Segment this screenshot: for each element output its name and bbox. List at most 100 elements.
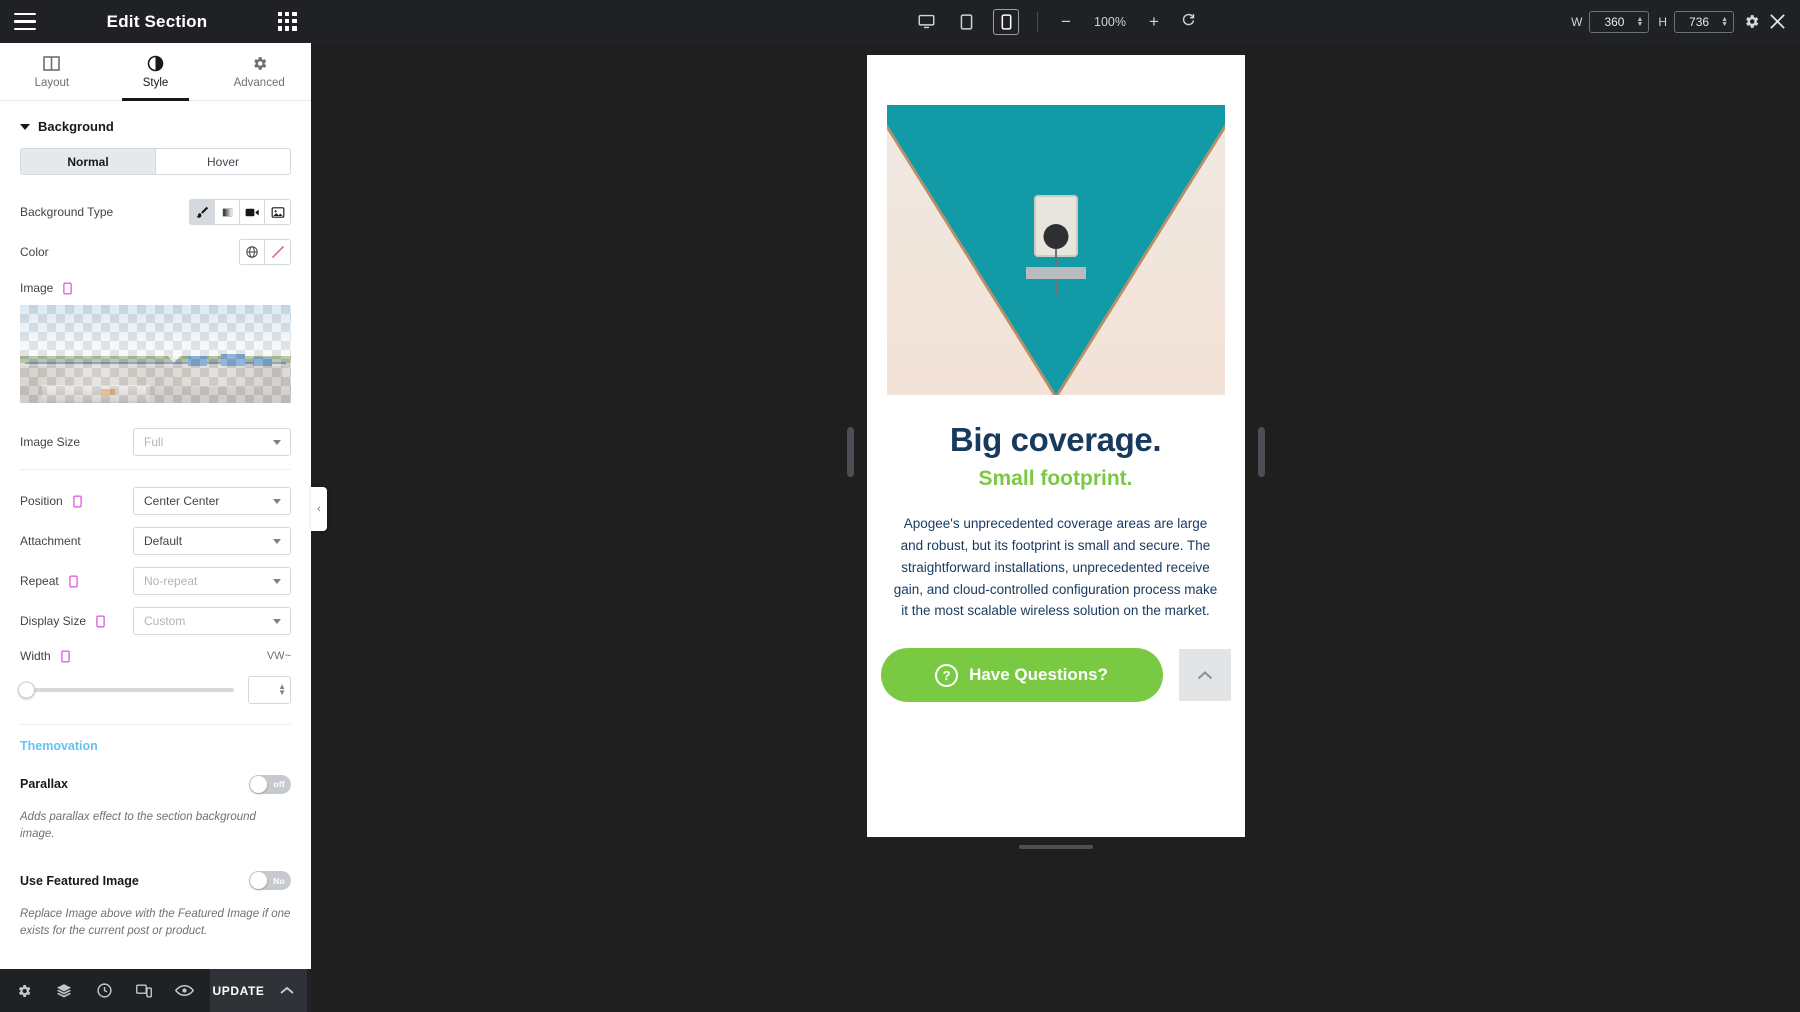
row-repeat: Repeat No-repeat [20, 564, 291, 598]
display-size-label: Display Size [20, 614, 86, 628]
width-label: Width [20, 649, 51, 663]
preview-eye-icon[interactable] [164, 969, 204, 1012]
hero-heading: Big coverage. [867, 421, 1245, 459]
settings-gear-icon[interactable] [4, 969, 44, 1012]
repeat-value: No-repeat [144, 574, 197, 588]
tab-advanced[interactable]: Advanced [207, 43, 311, 100]
width-unit-value: VW [267, 650, 285, 662]
width-unit-selector[interactable]: VW~ [267, 650, 291, 662]
use-featured-image-label: Use Featured Image [20, 874, 139, 888]
display-size-value: Custom [144, 614, 185, 628]
mobile-icon[interactable] [993, 9, 1019, 35]
color-controls [239, 239, 291, 265]
grid-apps-icon[interactable] [278, 12, 297, 31]
row-image: Image [20, 275, 291, 301]
repeat-select[interactable]: No-repeat [133, 567, 291, 595]
device-preview: Big coverage. Small footprint. Apogee's … [867, 55, 1245, 837]
panel-header: Edit Section [0, 0, 311, 43]
chevron-down-icon [273, 619, 281, 624]
image-label: Image [20, 281, 53, 295]
toolbar-center-group: − 100% + [311, 9, 1800, 35]
chevron-down-icon [273, 579, 281, 584]
width-slider[interactable] [20, 688, 234, 692]
layers-navigator-icon[interactable] [44, 969, 84, 1012]
section-background-label: Background [38, 119, 114, 134]
editor-panel: Edit Section Layout Style [0, 0, 311, 1012]
hero-paragraph: Apogee's unprecedented coverage areas ar… [893, 513, 1219, 622]
position-select[interactable]: Center Center [133, 487, 291, 515]
tab-style[interactable]: Style [104, 43, 208, 100]
parallax-toggle[interactable]: off [249, 775, 291, 794]
stepper-arrows-icon[interactable]: ▲▼ [278, 684, 286, 696]
width-slider-knob[interactable] [18, 682, 35, 699]
panel-collapse-handle[interactable]: ‹ [311, 487, 327, 531]
chevron-down-icon [273, 539, 281, 544]
attachment-select[interactable]: Default [133, 527, 291, 555]
mobile-device-icon[interactable] [61, 650, 70, 663]
row-color: Color [20, 235, 291, 269]
background-type-options [189, 199, 291, 225]
classic-brush-icon[interactable] [190, 200, 215, 224]
mobile-device-icon[interactable] [63, 282, 72, 295]
mobile-device-icon[interactable] [73, 495, 82, 508]
divider [20, 469, 291, 470]
tab-layout-label: Layout [35, 77, 70, 89]
mobile-device-icon[interactable] [96, 615, 105, 628]
row-attachment: Attachment Default [20, 524, 291, 558]
section-background-header[interactable]: Background [20, 101, 291, 148]
desktop-icon[interactable] [913, 9, 939, 35]
slideshow-icon[interactable] [265, 200, 290, 224]
reset-rotate-icon[interactable] [1178, 12, 1198, 32]
width-number-input[interactable]: ▲▼ [248, 676, 291, 704]
have-questions-button[interactable]: ? Have Questions? [881, 648, 1163, 702]
globe-icon[interactable] [240, 240, 265, 264]
chevron-down-icon [20, 124, 30, 130]
elementor-editor: Edit Section Layout Style [0, 0, 1800, 1012]
themovation-group-label: Themovation [20, 739, 291, 753]
hamburger-icon[interactable] [14, 13, 36, 30]
tablet-icon[interactable] [953, 9, 979, 35]
back-to-top-button[interactable] [1179, 649, 1231, 701]
position-value: Center Center [144, 494, 219, 508]
panel-title: Edit Section [107, 12, 208, 32]
gradient-icon[interactable] [215, 200, 240, 224]
responsive-mode-icon[interactable] [124, 969, 164, 1012]
use-featured-image-toggle[interactable]: No [249, 871, 291, 890]
use-featured-image-toggle-state: No [273, 876, 285, 886]
have-questions-label: Have Questions? [969, 665, 1108, 685]
update-button[interactable]: UPDATE [210, 969, 267, 1012]
parallax-help-text: Adds parallax effect to the section back… [20, 809, 291, 844]
hero-image[interactable] [887, 105, 1225, 395]
video-icon[interactable] [240, 200, 265, 224]
row-width: Width VW~ [20, 644, 291, 668]
tab-layout[interactable]: Layout [0, 43, 104, 100]
display-size-select[interactable]: Custom [133, 607, 291, 635]
width-slider-row: ▲▼ [20, 676, 291, 704]
background-image-preview[interactable] [20, 305, 291, 403]
resize-handle-bottom[interactable] [1019, 845, 1093, 849]
chevron-left-icon: ‹ [317, 503, 321, 515]
tab-advanced-label: Advanced [234, 77, 285, 89]
row-image-size: Image Size Full [20, 425, 291, 459]
mobile-device-icon[interactable] [69, 575, 78, 588]
parallax-label: Parallax [20, 777, 68, 791]
resize-handle-right[interactable] [1258, 427, 1265, 477]
chevron-down-icon [273, 440, 281, 445]
state-tab-normal[interactable]: Normal [21, 149, 156, 174]
panel-footer: UPDATE [0, 969, 311, 1012]
image-size-select[interactable]: Full [133, 428, 291, 456]
history-clock-icon[interactable] [84, 969, 124, 1012]
divider [20, 724, 291, 725]
chevron-up-icon[interactable] [267, 969, 307, 1012]
zoom-out-button[interactable]: − [1056, 12, 1076, 32]
position-label: Position [20, 494, 63, 508]
preview-photo [20, 305, 291, 403]
diagonal-slash-icon[interactable] [265, 240, 290, 264]
contrast-circle-icon [147, 55, 164, 72]
panel-tabs: Layout Style Advanced [0, 43, 311, 101]
state-tab-hover[interactable]: Hover [156, 149, 290, 174]
row-use-featured-image: Use Featured Image No [20, 864, 291, 898]
zoom-in-button[interactable]: + [1144, 12, 1164, 32]
toolbar-divider [1037, 12, 1038, 32]
resize-handle-left[interactable] [847, 427, 854, 477]
